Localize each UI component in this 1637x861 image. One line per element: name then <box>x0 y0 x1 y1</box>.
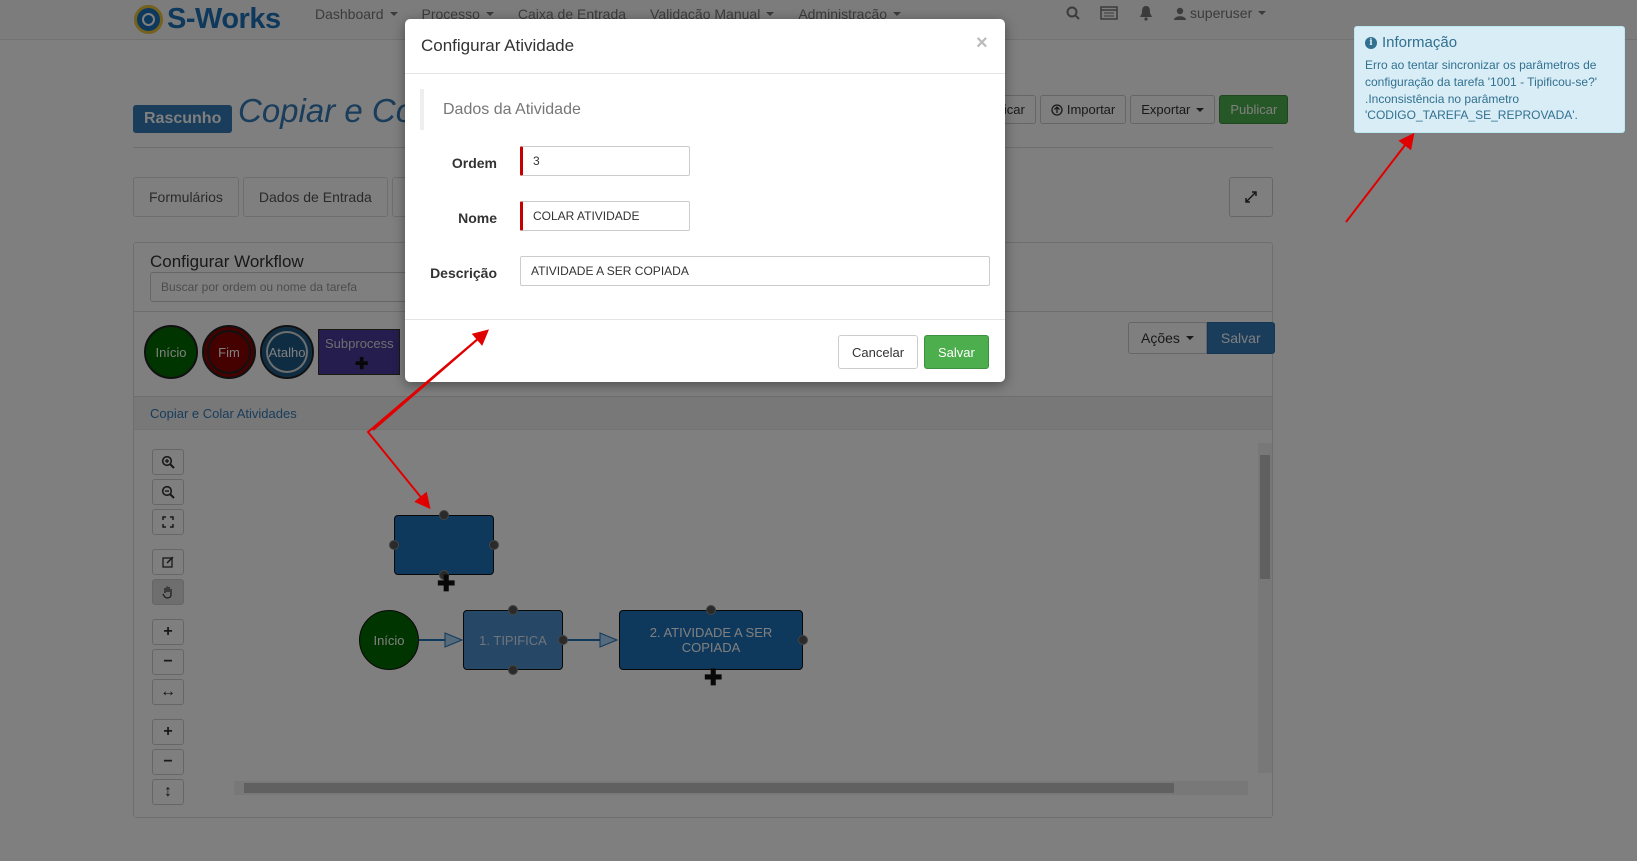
close-icon[interactable]: × <box>976 32 988 55</box>
nome-label: Nome <box>458 210 497 226</box>
notification-title-text: Informação <box>1382 34 1458 51</box>
notification-title: i Informação <box>1365 34 1614 51</box>
modal-title: Configurar Atividade <box>421 36 575 55</box>
info-notification[interactable]: i Informação Erro ao tentar sincronizar … <box>1354 26 1625 133</box>
info-icon: i <box>1365 36 1377 49</box>
notification-message: Erro ao tentar sincronizar os parâmetros… <box>1365 58 1598 123</box>
ordem-label: Ordem <box>451 155 497 171</box>
nome-field[interactable]: COLAR ATIVIDADE <box>520 201 690 231</box>
configure-activity-modal: Configurar Atividade × Dados da Atividad… <box>405 19 1005 382</box>
divider <box>405 319 1005 320</box>
modal-header: Configurar Atividade × <box>405 19 1005 74</box>
section-accent <box>420 89 424 130</box>
cancel-button[interactable]: Cancelar <box>838 335 919 369</box>
descricao-field[interactable]: ATIVIDADE A SER COPIADA <box>520 256 990 286</box>
save-button[interactable]: Salvar <box>924 335 989 369</box>
descricao-label: Descrição <box>430 265 497 281</box>
ordem-field[interactable]: 3 <box>520 146 690 176</box>
section-title: Dados da Atividade <box>443 101 581 118</box>
